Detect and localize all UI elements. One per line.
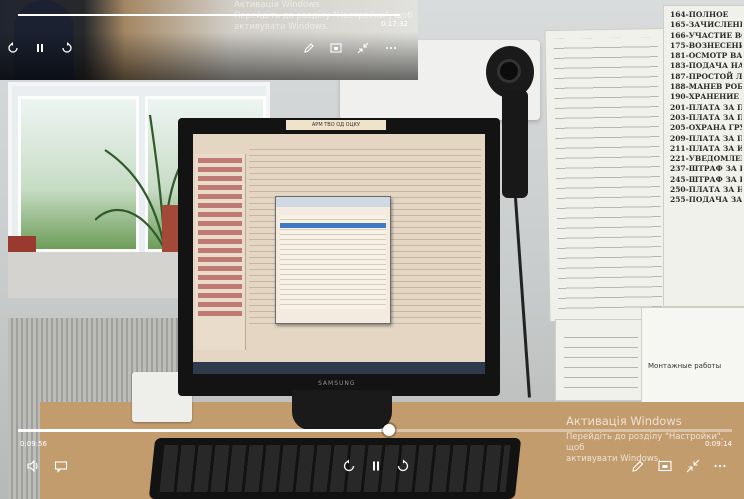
document-code: 166-УЧАСТИЕ ВО ВЗ bbox=[670, 30, 742, 40]
monitor-label: АРМ ТВО ОД ОЦКУ bbox=[286, 120, 386, 130]
seek-fill bbox=[18, 429, 390, 432]
taskbar bbox=[193, 362, 485, 374]
document-code-list: 164-ПОЛНОЕ 165-ЗАЧИСЛЕНИЕ 166-УЧАСТИЕ ВО… bbox=[670, 10, 742, 206]
forward-30-icon[interactable] bbox=[394, 457, 412, 475]
rewind-10-icon[interactable] bbox=[340, 457, 358, 475]
document-code: 175-ВОЗНЕСЕНИЕ bbox=[670, 40, 742, 50]
document-code: 190-ХРАНЕНИЕ НА bbox=[670, 92, 742, 102]
document-code: 203-ПЛАТА ЗА ПО bbox=[670, 112, 742, 122]
document-code: 221-УВЕДОМЛЕНИЕ bbox=[670, 154, 742, 164]
compact-overlay-icon[interactable] bbox=[684, 457, 702, 475]
document-code: 164-ПОЛНОЕ bbox=[670, 10, 729, 19]
forward-30-icon[interactable] bbox=[58, 39, 76, 57]
total-time: 0:09:14 bbox=[705, 440, 732, 448]
monitor-brand: SAMSUNG bbox=[318, 380, 356, 387]
rewind-10-icon[interactable] bbox=[4, 39, 22, 57]
subtitles-icon[interactable] bbox=[52, 457, 70, 475]
pause-icon[interactable] bbox=[367, 457, 385, 475]
document-code: 183-ПОДАЧА НА bbox=[670, 61, 742, 71]
document-code: 188-МАНЕВ РОБОТ bbox=[670, 82, 742, 92]
pip-activation-watermark: Активація Windows Перейдіть до розділу "… bbox=[234, 0, 414, 33]
document-code: 209-ПЛАТА ЗА ПОЛ bbox=[670, 133, 742, 143]
document-code: 250-ПЛАТА ЗА НАХ bbox=[670, 185, 742, 195]
webcam-mount bbox=[502, 90, 528, 198]
pip-overlay[interactable]: Активація Windows Перейдіть до розділу "… bbox=[0, 0, 418, 80]
watermark-title: Активація Windows bbox=[566, 414, 682, 428]
pip-watermark-title: Активація Windows bbox=[234, 0, 320, 10]
document-code: 165-ЗАЧИСЛЕНИЕ bbox=[670, 20, 742, 30]
compact-overlay-icon[interactable] bbox=[354, 39, 372, 57]
more-icon[interactable] bbox=[711, 457, 729, 475]
app-tree bbox=[195, 154, 246, 350]
player-controls bbox=[0, 456, 744, 476]
document-code: 187-ПРОСТОЙ ЛОКОМ bbox=[670, 71, 742, 81]
cast-icon[interactable] bbox=[327, 39, 345, 57]
seek-bar[interactable] bbox=[18, 424, 732, 436]
wall-notice bbox=[545, 28, 671, 322]
pause-icon[interactable] bbox=[31, 39, 49, 57]
monitor-stand bbox=[292, 390, 392, 430]
pip-seek-bar[interactable] bbox=[18, 14, 400, 16]
cast-icon[interactable] bbox=[656, 457, 674, 475]
app-dialog bbox=[275, 196, 391, 324]
wall-notice bbox=[556, 320, 646, 400]
document-code: 255-ПОДАЧА ЗА ВО bbox=[670, 195, 742, 205]
notice-text: Монтажные работы bbox=[648, 362, 722, 370]
more-icon[interactable] bbox=[382, 39, 400, 57]
pip-time: 0:17:32 bbox=[381, 20, 408, 28]
document-code: 181-ОСМОТР ВАГ bbox=[670, 51, 742, 61]
pen-icon[interactable] bbox=[300, 39, 318, 57]
monitor: АРМ ТВО ОД ОЦКУ SAMSUNG bbox=[178, 118, 500, 396]
current-time: 0:09:56 bbox=[20, 440, 47, 448]
volume-icon[interactable] bbox=[24, 457, 42, 475]
document-code: 211-ПЛАТА ЗА ИСПОЛ bbox=[670, 143, 742, 153]
document-code: 237-ШТРАФ ЗА НЕ bbox=[670, 164, 742, 174]
document-code: 205-ОХРАНА ГРУЗА bbox=[670, 123, 742, 133]
pen-icon[interactable] bbox=[629, 457, 647, 475]
monitor-screen bbox=[193, 134, 485, 374]
pip-controls bbox=[0, 36, 418, 58]
document-code: 245-ШТРАФ ЗА ИСП bbox=[670, 174, 742, 184]
pip-seek-fill bbox=[18, 14, 400, 16]
document-code: 201-ПЛАТА ЗА ПОЛЬЗ bbox=[670, 102, 742, 112]
